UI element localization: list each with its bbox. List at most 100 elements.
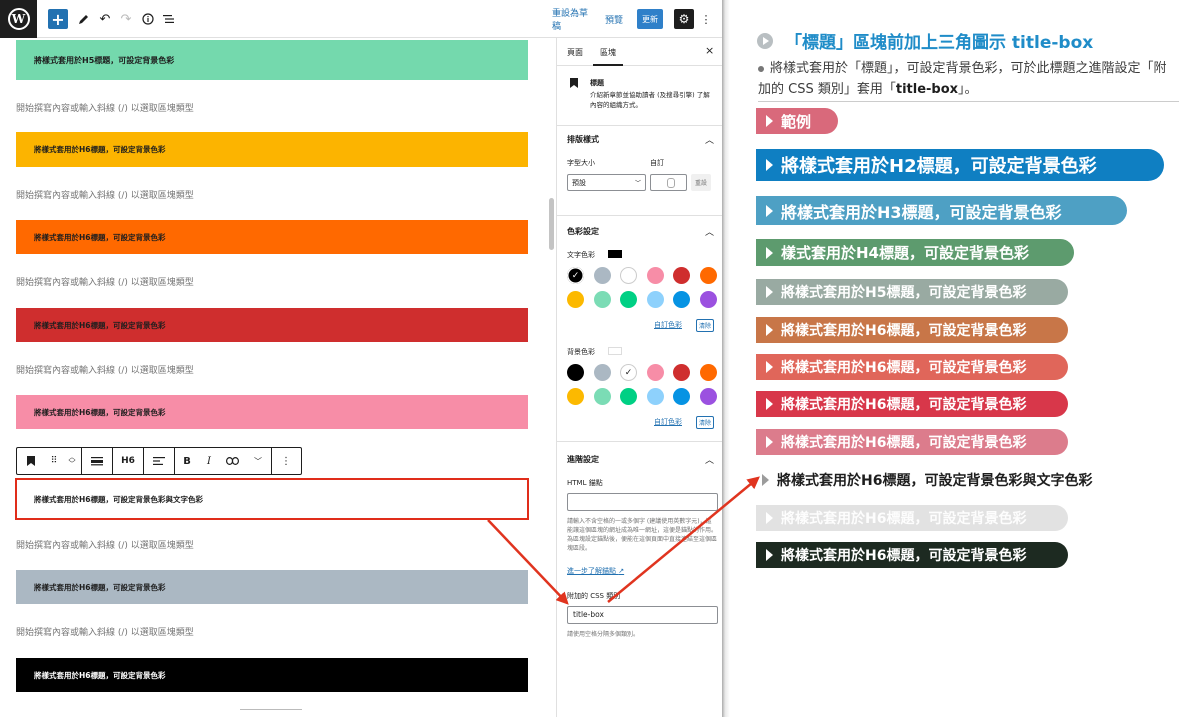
text-color-swatch[interactable] [646, 291, 664, 308]
bookmark-icon[interactable] [17, 448, 45, 474]
typography-panel-title[interactable]: 排版樣式 [567, 134, 599, 145]
section-divider [557, 215, 722, 216]
background-color-swatch[interactable] [699, 364, 717, 381]
editor-canvas: 將樣式套用於H5標題，可設定背景色彩 開始撰寫內容或輸入斜線 (/) 以選取區塊… [0, 38, 556, 717]
text-color-swatch[interactable] [620, 267, 637, 284]
text-color-swatch[interactable]: ✓ [567, 267, 584, 284]
title-box-pill-text: 將樣式套用於H6標題，可設定背景色彩與文字色彩 [777, 473, 1093, 489]
more-options-icon[interactable]: ⋮ [701, 9, 712, 29]
chevron-up-icon[interactable]: ︿ [705, 133, 714, 146]
background-color-swatch[interactable] [620, 388, 637, 405]
redo-icon[interactable]: ↷ [119, 9, 133, 29]
background-color-swatch[interactable] [673, 364, 690, 381]
background-color-swatch[interactable] [593, 388, 611, 405]
paragraph-placeholder[interactable]: 開始撰寫內容或輸入斜線 (/) 以選取區塊類型 [16, 188, 194, 201]
move-up-down-icon[interactable]: ︿ ﹀ [63, 448, 81, 474]
heading-block-h6[interactable]: 將樣式套用於H6標題，可設定背景色彩 [16, 395, 528, 429]
update-button[interactable]: 更新 [637, 9, 663, 29]
background-color-swatch[interactable] [593, 364, 611, 381]
paragraph-placeholder[interactable]: 開始撰寫內容或輸入斜線 (/) 以選取區塊類型 [16, 625, 194, 638]
text-color-swatch[interactable] [673, 291, 690, 308]
heading-block-h6[interactable]: 將樣式套用於H6標題，可設定背景色彩 [16, 220, 528, 254]
text-color-swatch[interactable] [567, 291, 584, 308]
add-block-button[interactable]: + [48, 9, 68, 29]
wordpress-logo-button[interactable]: W [0, 0, 37, 38]
advanced-panel-title[interactable]: 進階設定 [567, 454, 599, 465]
triangle-icon [762, 474, 769, 486]
background-color-swatch[interactable] [699, 388, 717, 405]
text-color-swatch[interactable] [620, 291, 637, 308]
tab-page[interactable]: 頁面 [567, 47, 583, 58]
title-box-pill-text: 將樣式套用於H6標題，可設定背景色彩 [781, 323, 1027, 339]
block-toolbar: ⠿ ︿ ﹀ H6 B I ﹀ ⋮ [16, 447, 302, 475]
details-info-icon[interactable] [141, 9, 155, 29]
link-icon[interactable] [219, 448, 245, 474]
text-color-swatch[interactable] [593, 267, 611, 284]
heading-block-h5[interactable]: 將樣式套用於H5標題，可設定背景色彩 [16, 40, 528, 80]
title-box-pill: 將樣式套用於H6標題，可設定背景色彩 [756, 505, 1068, 531]
learn-anchors-link[interactable]: 進一步了解錨點 ↗ [567, 566, 624, 576]
font-size-select-value: 預設 [572, 178, 586, 187]
screenshot-divider [722, 0, 730, 717]
title-box-pill-text: 將樣式套用於H3標題，可設定背景色彩 [781, 202, 1062, 222]
text-color-swatch[interactable] [673, 267, 690, 284]
selected-block-highlight [15, 478, 529, 520]
heading-level-button[interactable]: H6 [113, 448, 143, 474]
settings-gear-icon[interactable]: ⚙ [674, 9, 694, 29]
screenshot-root: W + ↶ ↷ 重設為草稿 預覽 更新 ⚙ ⋮ 將樣式套用於H5標題，可設定背景… [0, 0, 1200, 717]
custom-text-color-link[interactable]: 自訂色彩 [654, 320, 682, 330]
custom-font-size-input[interactable] [650, 174, 687, 191]
heading-block-h6[interactable]: 將樣式套用於H6標題，可設定背景色彩 [16, 570, 528, 604]
font-size-select[interactable]: 預設 ﹀ [567, 174, 646, 191]
undo-icon[interactable]: ↶ [98, 9, 112, 29]
chevron-up-icon[interactable]: ︿ [705, 225, 714, 238]
edit-pencil-icon[interactable] [76, 9, 90, 29]
background-color-swatch[interactable]: ✓ [620, 364, 637, 381]
text-align-icon[interactable] [144, 448, 174, 474]
paragraph-placeholder[interactable]: 開始撰寫內容或輸入斜線 (/) 以選取區塊類型 [16, 363, 194, 376]
html-anchor-input[interactable] [567, 493, 718, 511]
color-panel-title[interactable]: 色彩設定 [567, 226, 599, 237]
italic-button[interactable]: I [199, 448, 219, 474]
more-rich-text-chevron-icon[interactable]: ﹀ [245, 448, 271, 474]
frontend-preview: 「標題」區塊前加上三角圖示 title-box 將樣式套用於「標題」，可設定背景… [730, 0, 1200, 717]
sidebar-tabs: 頁面 區塊 × [557, 38, 722, 66]
reset-font-size-button[interactable]: 重設 [691, 174, 711, 191]
custom-background-color-link[interactable]: 自訂色彩 [654, 417, 682, 427]
chevron-up-icon[interactable]: ︿ [705, 453, 714, 466]
css-class-input[interactable]: title-box [567, 606, 718, 624]
background-color-swatch[interactable] [646, 364, 664, 381]
heading-block-h6[interactable]: 將樣式套用於H6標題，可設定背景色彩 [16, 132, 528, 167]
bold-button[interactable]: B [175, 448, 199, 474]
paragraph-placeholder[interactable]: 開始撰寫內容或輸入斜線 (/) 以選取區塊類型 [16, 538, 194, 551]
clear-text-color-button[interactable]: 清除 [696, 319, 715, 332]
tab-block[interactable]: 區塊 [600, 47, 616, 58]
play-circle-icon [757, 32, 773, 49]
text-color-swatch[interactable] [699, 291, 717, 308]
css-class-help: 請使用空格分隔多個類別。 [567, 631, 640, 638]
text-color-swatch[interactable] [646, 267, 664, 284]
heading-block-h6[interactable]: 將樣式套用於H6標題，可設定背景色彩 [16, 308, 528, 342]
preview-description: 將樣式套用於「標題」，可設定背景色彩，可於此標題之進階設定「附加的 CSS 類別… [758, 58, 1178, 100]
list-view-icon[interactable] [162, 9, 176, 29]
paragraph-placeholder[interactable]: 開始撰寫內容或輸入斜線 (/) 以選取區塊類型 [16, 275, 194, 288]
title-box-pill-text: 將樣式套用於H5標題，可設定背景色彩 [781, 285, 1027, 301]
background-color-swatch[interactable] [567, 364, 584, 381]
preview-button[interactable]: 預覽 [604, 9, 624, 29]
background-color-swatch[interactable] [673, 388, 690, 405]
background-color-swatch[interactable] [567, 388, 584, 405]
canvas-scrollbar[interactable] [549, 198, 554, 250]
align-full-icon[interactable] [82, 448, 112, 474]
clear-background-color-button[interactable]: 清除 [696, 416, 715, 429]
block-options-icon[interactable]: ⋮ [272, 448, 300, 474]
paragraph-placeholder[interactable]: 開始撰寫內容或輸入斜線 (/) 以選取區塊類型 [16, 101, 194, 114]
text-color-swatch[interactable] [699, 267, 717, 284]
number-stepper-icon[interactable] [667, 178, 675, 188]
drag-handle-icon[interactable]: ⠿ [45, 448, 63, 474]
heading-block-h6[interactable]: 將樣式套用於H6標題，可設定背景色彩 [16, 658, 528, 692]
close-icon[interactable]: × [705, 44, 714, 57]
text-color-swatch[interactable] [593, 291, 611, 308]
block-card-title: 標題 [590, 79, 604, 87]
background-color-swatch[interactable] [646, 388, 664, 405]
switch-to-draft-button[interactable]: 重設為草稿 [552, 9, 594, 32]
